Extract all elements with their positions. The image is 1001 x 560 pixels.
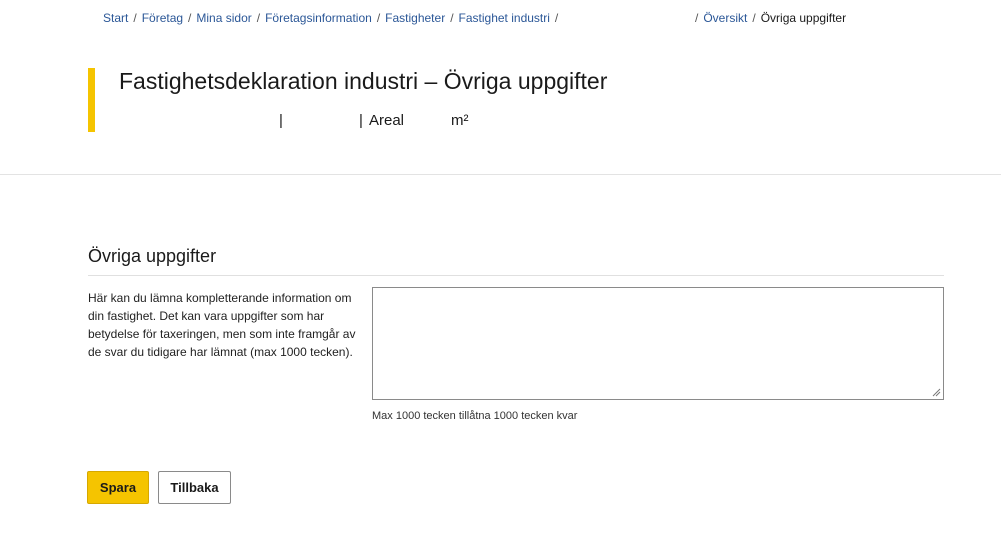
breadcrumb-separator: / [256,11,261,25]
page-title: Fastighetsdeklaration industri – Övriga … [119,68,608,94]
breadcrumb-separator: / [554,11,559,25]
back-button[interactable]: Tillbaka [158,471,231,504]
breadcrumb-foretag[interactable]: Företag [142,11,183,25]
section-divider [88,275,944,276]
breadcrumb-foretagsinformation[interactable]: Företagsinformation [265,11,372,25]
breadcrumb-separator: / [752,11,756,25]
breadcrumb-separator: / [133,11,137,25]
breadcrumb-current: Övriga uppgifter [760,11,847,25]
breadcrumb-separator: / [188,11,192,25]
breadcrumb-fastigheter[interactable]: Fastigheter [385,11,445,25]
section-heading: Övriga uppgifter [88,246,217,266]
areal-unit: m² [451,112,469,129]
breadcrumb-fastighet-industri[interactable]: Fastighet industri [459,11,550,25]
breadcrumb-mina-sidor[interactable]: Mina sidor [196,11,251,25]
header-divider [0,174,1001,175]
subline-separator: | [279,112,283,129]
other-info-textarea[interactable] [372,287,944,400]
resize-grip-icon[interactable] [931,387,941,397]
save-button[interactable]: Spara [87,471,149,504]
breadcrumb: Start / Företag / Mina sidor / Företagsinforma… [103,10,563,26]
breadcrumb-oversikt[interactable]: Översikt [703,11,747,25]
breadcrumb-separator: / [695,11,699,25]
breadcrumb-tail: / Översikt / Övriga uppgifter [695,10,846,26]
subline-separator: | [359,112,363,129]
breadcrumb-start[interactable]: Start [103,11,128,25]
character-counter: Max 1000 tecken tillåtna 1000 tecken kva… [372,410,578,422]
title-accent-bar [88,68,95,132]
breadcrumb-separator: / [450,11,454,25]
help-text: Här kan du lämna kompletterande informat… [88,291,356,359]
page: Start / Företag / Mina sidor / Företagsinforma… [0,0,1001,560]
breadcrumb-separator: / [376,11,381,25]
areal-label: Areal [369,112,405,129]
